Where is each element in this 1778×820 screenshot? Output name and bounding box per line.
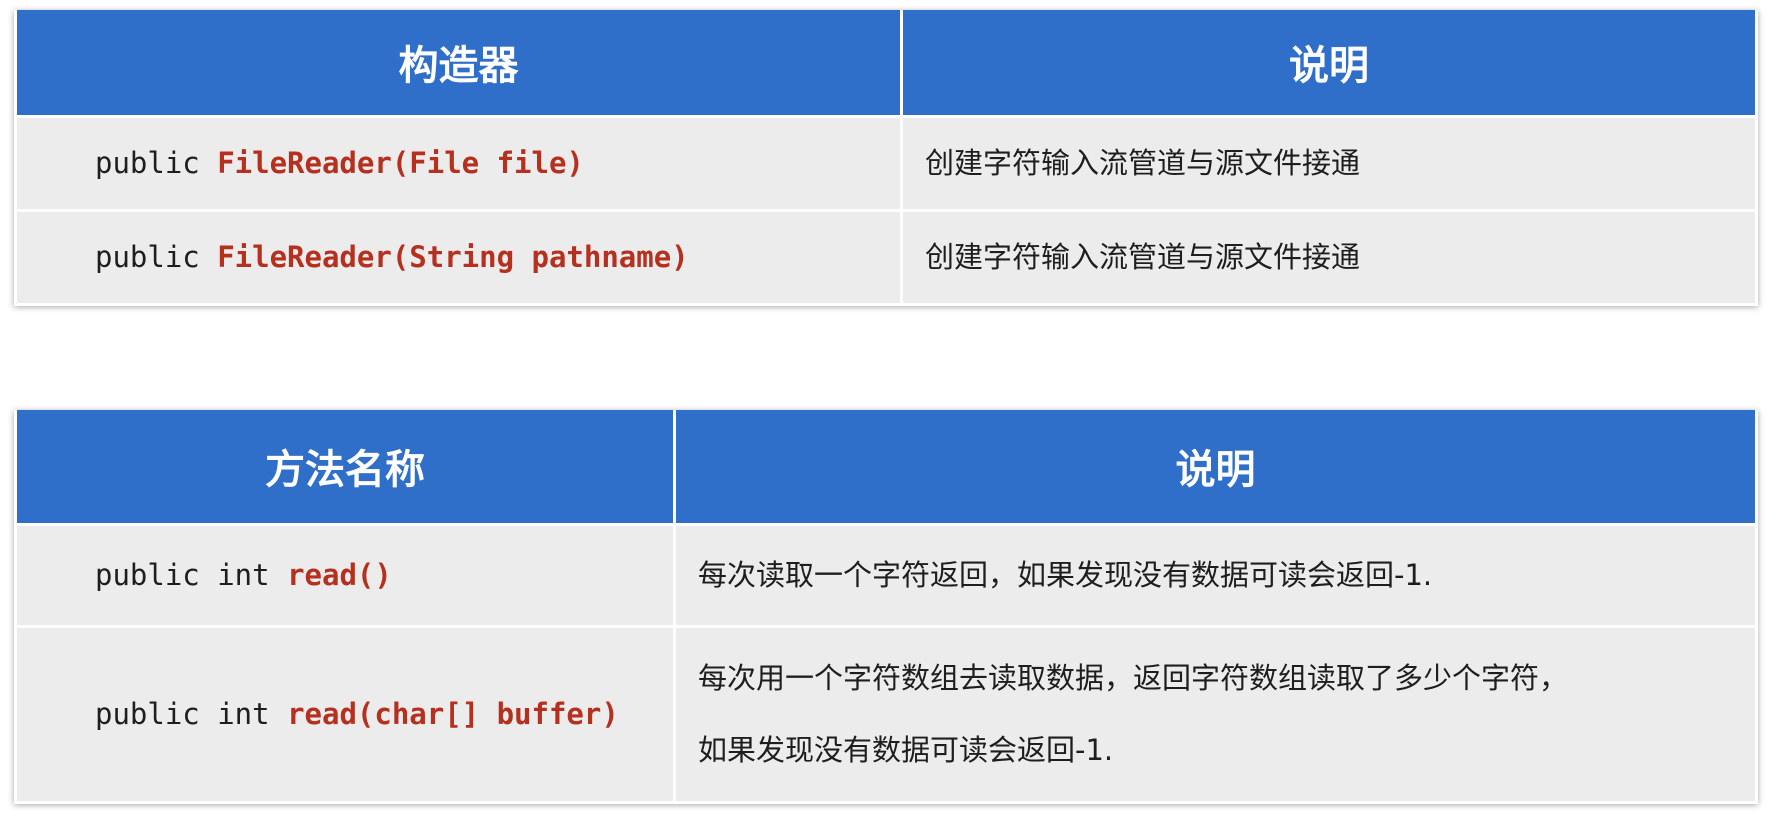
method-name-header: 方法名称 bbox=[14, 410, 676, 526]
constructor-description: 创建字符输入流管道与源文件接通 bbox=[900, 208, 1758, 306]
signature-prefix: public int bbox=[95, 697, 288, 731]
table-row: public int read(char[] buffer) 每次用一个字符数组… bbox=[14, 624, 1758, 804]
method-signature: public int read(char[] buffer) bbox=[14, 624, 676, 804]
signature-prefix: public bbox=[95, 146, 218, 180]
constructor-table: 构造器 说明 public FileReader(File file) 创建字符… bbox=[14, 10, 1758, 306]
table-row: public int read() 每次读取一个字符返回，如果发现没有数据可读会… bbox=[14, 522, 1758, 628]
method-description: 每次读取一个字符返回，如果发现没有数据可读会返回-1. bbox=[673, 522, 1758, 628]
signature-prefix: public bbox=[95, 240, 218, 274]
method-signature: public int read() bbox=[14, 522, 676, 628]
constructor-signature: public FileReader(File file) bbox=[14, 114, 903, 212]
constructor-header: 构造器 bbox=[14, 10, 903, 118]
method-name: read() bbox=[287, 558, 392, 592]
constructor-signature: public FileReader(String pathname) bbox=[14, 208, 903, 306]
method-description: 每次用一个字符数组去读取数据，返回字符数组读取了多少个字符， 如果发现没有数据可… bbox=[673, 624, 1758, 804]
description-line: 每次用一个字符数组去读取数据，返回字符数组读取了多少个字符， bbox=[698, 661, 1569, 695]
constructor-name: FileReader(File file) bbox=[217, 146, 584, 180]
constructor-name: FileReader(String pathname) bbox=[217, 240, 689, 274]
table-row: public FileReader(File file) 创建字符输入流管道与源… bbox=[14, 114, 1758, 212]
constructor-table-header: 构造器 说明 bbox=[14, 10, 1758, 118]
description-line: 如果发现没有数据可读会返回-1. bbox=[698, 733, 1114, 767]
signature-prefix: public int bbox=[95, 558, 288, 592]
table-row: public FileReader(String pathname) 创建字符输… bbox=[14, 208, 1758, 306]
description-line: 每次读取一个字符返回，如果发现没有数据可读会返回-1. bbox=[698, 558, 1433, 592]
method-table: 方法名称 说明 public int read() 每次读取一个字符返回，如果发… bbox=[14, 410, 1758, 804]
description-header: 说明 bbox=[673, 410, 1758, 526]
description-header: 说明 bbox=[900, 10, 1758, 118]
method-name: read(char[] buffer) bbox=[287, 697, 619, 731]
constructor-description: 创建字符输入流管道与源文件接通 bbox=[900, 114, 1758, 212]
method-table-header: 方法名称 说明 bbox=[14, 410, 1758, 526]
